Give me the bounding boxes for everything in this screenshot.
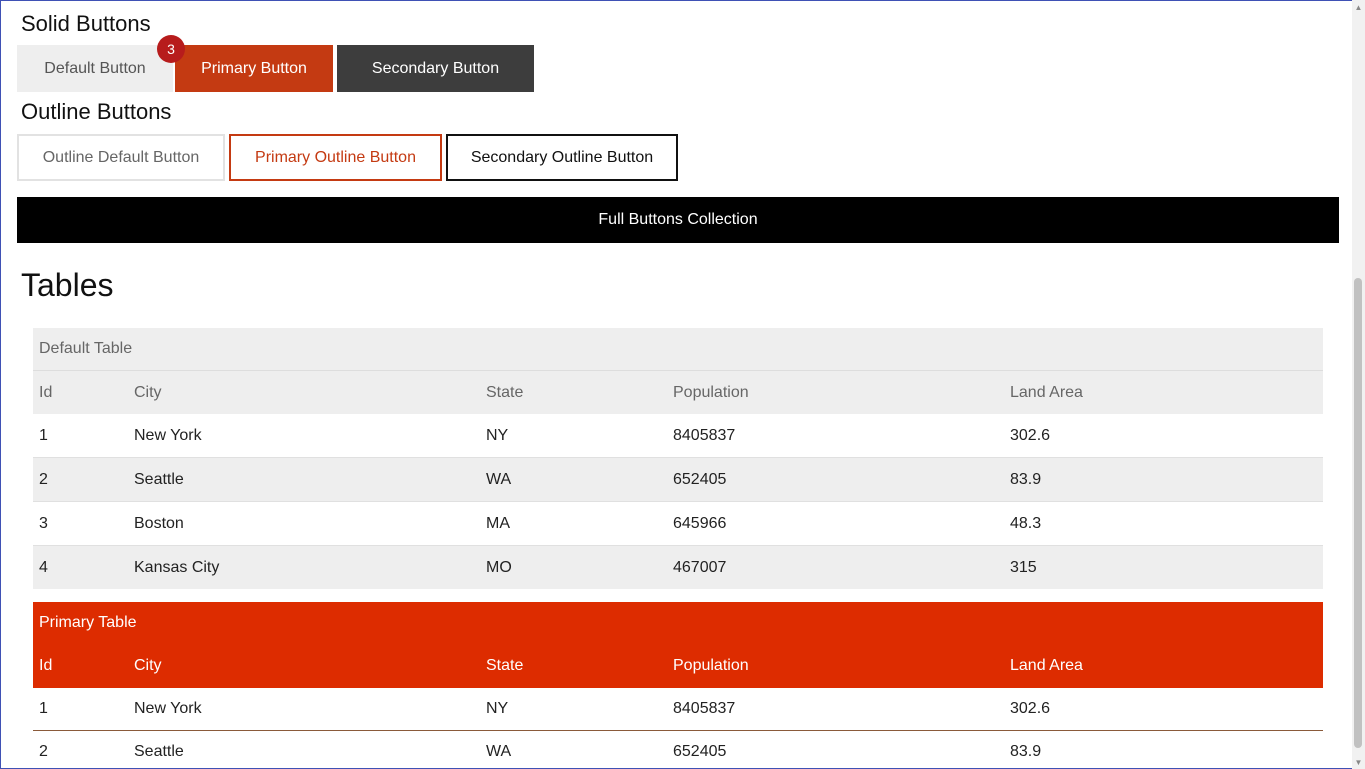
column-header-population: Population bbox=[667, 370, 1004, 414]
default-button[interactable]: Default Button bbox=[17, 45, 173, 92]
table-caption: Primary Table bbox=[33, 602, 1324, 644]
table-cell: 3 bbox=[33, 501, 128, 546]
table-caption-row: Default Table bbox=[33, 328, 1324, 371]
table-cell: 1 bbox=[39, 426, 48, 444]
table-cell: 652405 bbox=[667, 730, 1004, 768]
table-cell: Seattle bbox=[128, 730, 480, 768]
table-cell: WA bbox=[480, 730, 667, 768]
column-header-id: Id bbox=[33, 644, 128, 688]
table-cell: New York bbox=[134, 426, 202, 444]
column-header-land-area: Land Area bbox=[1004, 644, 1324, 688]
table-cell: 48.3 bbox=[1004, 501, 1324, 546]
table-cell: 8405837 bbox=[667, 688, 1004, 731]
table-cell: Boston bbox=[128, 501, 480, 546]
primary-button[interactable]: Primary Button bbox=[175, 45, 333, 92]
page-frame: Solid Buttons Default Button Primary But… bbox=[0, 0, 1365, 769]
table-row: 4 Kansas City MO 467007 315 bbox=[33, 545, 1324, 589]
secondary-button[interactable]: Secondary Button bbox=[337, 45, 534, 92]
column-header-city: City bbox=[128, 370, 480, 414]
table-cell: 467007 bbox=[667, 545, 1004, 589]
outline-default-button[interactable]: Outline Default Button bbox=[17, 134, 225, 181]
solid-buttons-heading: Solid Buttons bbox=[21, 11, 151, 36]
column-header-land-area: Land Area bbox=[1004, 370, 1324, 414]
table-cell: WA bbox=[480, 457, 667, 502]
column-header-state: State bbox=[480, 644, 667, 688]
table-cell: NY bbox=[486, 426, 509, 444]
table-cell: 315 bbox=[1004, 545, 1324, 589]
secondary-outline-button[interactable]: Secondary Outline Button bbox=[446, 134, 678, 181]
table-cell: MA bbox=[480, 501, 667, 546]
column-header-city: City bbox=[128, 644, 480, 688]
table-cell: NY bbox=[480, 688, 667, 731]
table-header-row: Id City State Population Land Area bbox=[33, 370, 1324, 414]
table-cell: 2 bbox=[33, 457, 128, 502]
table-cell: 2 bbox=[33, 730, 128, 768]
table-cell: 645966 bbox=[667, 501, 1004, 546]
table-caption-row: Primary Table bbox=[33, 602, 1324, 644]
scrollbar-thumb[interactable] bbox=[1354, 278, 1362, 748]
column-header-id: Id bbox=[33, 370, 128, 414]
table-cell: 302.6 bbox=[1010, 426, 1051, 444]
scroll-up-arrow-icon[interactable]: ▲ bbox=[1352, 0, 1365, 14]
table-row: 3 Boston MA 645966 48.3 bbox=[33, 501, 1324, 546]
table-cell: Kansas City bbox=[128, 545, 480, 589]
table-cell: 4 bbox=[33, 545, 128, 589]
table-cell: 1 bbox=[33, 688, 128, 731]
table-row: 2 Seattle WA 652405 83.9 bbox=[33, 730, 1324, 768]
main-content: Solid Buttons Default Button Primary But… bbox=[1, 1, 1353, 768]
tables-heading: Tables bbox=[21, 267, 114, 303]
column-header-state: State bbox=[480, 370, 667, 414]
column-header-population: Population bbox=[667, 644, 1004, 688]
primary-table: Primary Table Id City State Population L… bbox=[33, 602, 1324, 768]
table-header-row: Id City State Population Land Area bbox=[33, 644, 1324, 688]
outline-buttons-heading: Outline Buttons bbox=[21, 99, 172, 124]
scroll-down-arrow-icon[interactable]: ▼ bbox=[1352, 755, 1365, 769]
table-row: 2 Seattle WA 652405 83.9 bbox=[33, 457, 1324, 502]
full-buttons-collection-button[interactable]: Full Buttons Collection bbox=[17, 197, 1339, 243]
table-cell: Seattle bbox=[128, 457, 480, 502]
table-cell: 302.6 bbox=[1004, 688, 1324, 731]
table-cell: 652405 bbox=[667, 457, 1004, 502]
table-row: 1 New York NY 8405837 302.6 bbox=[33, 414, 1323, 458]
table-caption: Default Table bbox=[33, 328, 1324, 371]
vertical-scrollbar[interactable]: ▲ ▼ bbox=[1352, 0, 1365, 769]
notification-badge: 3 bbox=[157, 35, 185, 63]
table-cell: 8405837 bbox=[673, 426, 736, 444]
table-cell: 83.9 bbox=[1004, 730, 1324, 768]
table-cell: 83.9 bbox=[1004, 457, 1324, 502]
default-table: Default Table Id City State Population L… bbox=[33, 328, 1324, 589]
primary-outline-button[interactable]: Primary Outline Button bbox=[229, 134, 442, 181]
table-cell: MO bbox=[480, 545, 667, 589]
table-row: 1 New York NY 8405837 302.6 bbox=[33, 688, 1324, 731]
table-cell: New York bbox=[128, 688, 480, 731]
